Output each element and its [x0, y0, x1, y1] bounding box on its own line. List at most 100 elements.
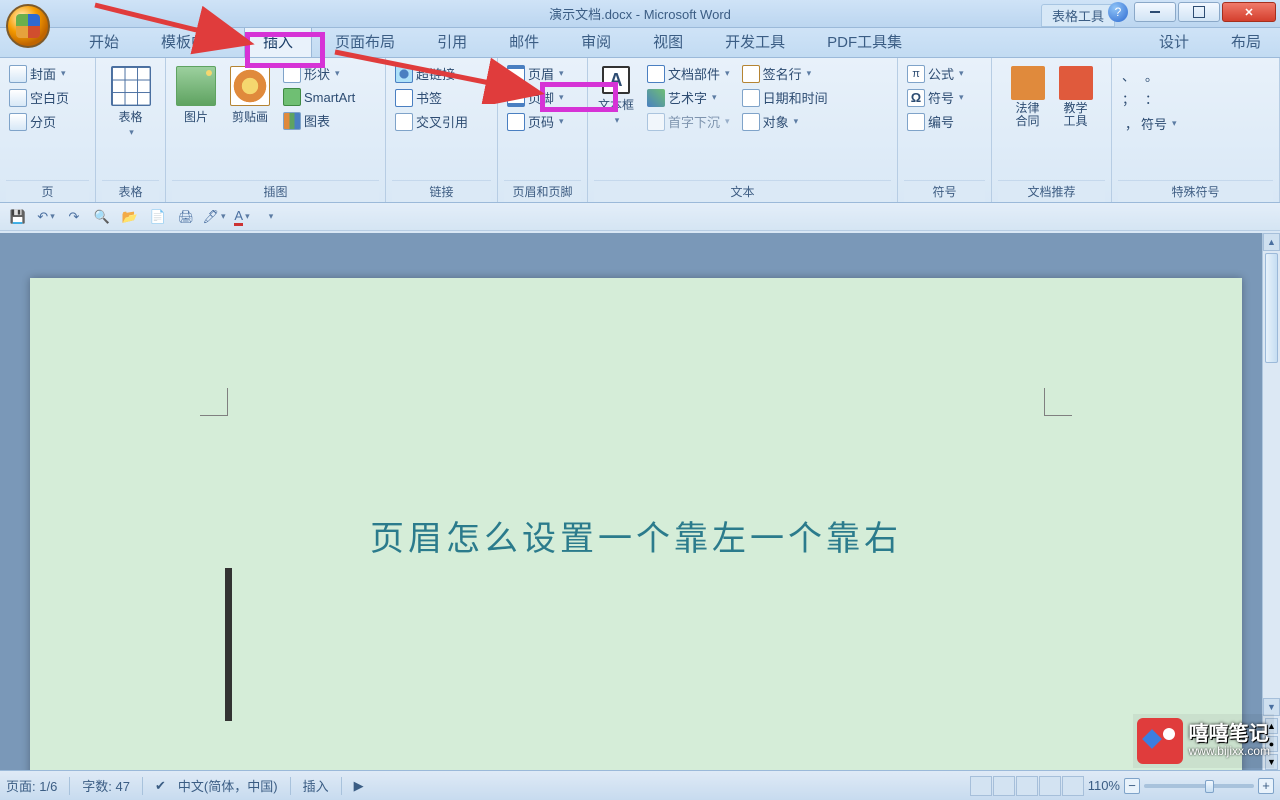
object-icon: [742, 113, 760, 131]
word-count[interactable]: 字数: 47: [82, 776, 130, 795]
smartart-button[interactable]: SmartArt: [280, 86, 358, 108]
tab-design[interactable]: 设计: [1140, 25, 1208, 57]
clipart-icon: [230, 66, 270, 106]
insert-mode[interactable]: 插入: [303, 776, 329, 795]
print-layout-view[interactable]: [970, 776, 992, 796]
group-pages-label: 页: [6, 180, 89, 202]
proofing-icon[interactable]: ✔: [155, 778, 166, 794]
tab-dev[interactable]: 开发工具: [706, 25, 804, 57]
number-icon: [907, 113, 925, 131]
zoom-slider-track[interactable]: [1144, 784, 1254, 788]
tab-mail[interactable]: 邮件: [490, 25, 558, 57]
drop-cap-button[interactable]: 首字下沉▾: [644, 110, 733, 133]
equation-button[interactable]: π公式▾: [904, 62, 967, 85]
symbol-button[interactable]: Ω符号▾: [904, 86, 967, 109]
document-table[interactable]: [225, 568, 232, 721]
spec-char[interactable]: 。: [1145, 66, 1158, 85]
page-indicator[interactable]: 页面: 1/6: [6, 776, 57, 795]
redo-button[interactable]: ↷: [64, 207, 84, 227]
chart-button[interactable]: 图表: [280, 109, 358, 132]
spec-char[interactable]: ；: [1122, 89, 1135, 108]
spec-char[interactable]: ：: [1145, 89, 1158, 108]
new-button[interactable]: 📄: [148, 207, 168, 227]
group-tables-label: 表格: [102, 180, 159, 202]
link-icon: [395, 65, 413, 83]
law-template-button[interactable]: 法律 合同: [1007, 62, 1049, 132]
draft-view[interactable]: [1062, 776, 1084, 796]
minimize-button[interactable]: [1134, 2, 1176, 22]
language-indicator[interactable]: 中文(简体，中国): [178, 776, 278, 795]
insert-picture-button[interactable]: 图片: [172, 62, 220, 129]
quick-access-toolbar: 💾 ↶▾ ↷ 🔍 📂 📄 🖨 🖊▾ A▾ ▾: [0, 203, 1280, 231]
shapes-button[interactable]: 形状▾: [280, 62, 358, 85]
maximize-button[interactable]: [1178, 2, 1220, 22]
insert-table-button[interactable]: 表格▾: [107, 62, 155, 142]
zoom-out-button[interactable]: −: [1124, 778, 1140, 794]
view-buttons: [970, 776, 1084, 796]
zoom-label[interactable]: 110%: [1088, 778, 1120, 793]
save-button[interactable]: 💾: [8, 207, 28, 227]
page: 页眉怎么设置一个靠左一个靠右: [30, 278, 1242, 770]
page-break-button[interactable]: 分页: [6, 110, 72, 133]
macro-icon[interactable]: ▶: [354, 778, 364, 794]
open-button[interactable]: 📂: [120, 207, 140, 227]
tab-references[interactable]: 引用: [418, 25, 486, 57]
scroll-thumb[interactable]: [1265, 253, 1278, 363]
font-color-tool[interactable]: A▾: [232, 207, 252, 227]
tab-pdf[interactable]: PDF工具集: [808, 25, 921, 57]
group-text-label: 文本: [594, 180, 891, 202]
cross-ref-button[interactable]: 交叉引用: [392, 110, 471, 133]
web-view[interactable]: [1016, 776, 1038, 796]
watermark-url: www.bijixx.com: [1189, 745, 1270, 758]
tab-review[interactable]: 审阅: [562, 25, 630, 57]
group-links-label: 链接: [392, 180, 491, 202]
print-button[interactable]: 🖨: [176, 207, 196, 227]
zoom-slider-thumb[interactable]: [1205, 780, 1214, 793]
parts-icon: [647, 65, 665, 83]
preview-button[interactable]: 🔍: [92, 207, 112, 227]
undo-button[interactable]: ↶▾: [36, 207, 56, 227]
number-button[interactable]: 编号: [904, 110, 967, 133]
bookmark-icon: [395, 89, 413, 107]
teach-template-button[interactable]: 教学 工具: [1055, 62, 1097, 132]
tab-layout[interactable]: 页面布局: [316, 25, 414, 57]
hyperlink-button[interactable]: 超链接: [392, 62, 471, 85]
scroll-up-button[interactable]: ▲: [1263, 233, 1280, 251]
more-symbols-button[interactable]: ，符号▾: [1122, 112, 1180, 135]
wordart-button[interactable]: 艺术字▾: [644, 86, 733, 109]
pagenum-icon: [507, 113, 525, 131]
highlight-tool[interactable]: 🖊▾: [204, 207, 224, 227]
document-heading[interactable]: 页眉怎么设置一个靠左一个靠右: [30, 511, 1242, 560]
vertical-scrollbar[interactable]: ▲ ▼ ▲ ● ▼: [1262, 233, 1280, 770]
quick-parts-button[interactable]: 文档部件▾: [644, 62, 733, 85]
cover-page-button[interactable]: 封面▾: [6, 62, 72, 85]
document-area[interactable]: 页眉怎么设置一个靠左一个靠右: [0, 233, 1262, 770]
date-time-button[interactable]: 日期和时间: [739, 86, 831, 109]
blank-page-button[interactable]: 空白页: [6, 86, 72, 109]
header-button[interactable]: 页眉▾: [504, 62, 567, 85]
textbox-icon: A: [602, 66, 630, 94]
blank-icon: [9, 89, 27, 107]
spec-char[interactable]: 、: [1122, 66, 1135, 85]
clipart-button[interactable]: 剪贴画: [226, 62, 274, 129]
object-button[interactable]: 对象▾: [739, 110, 831, 133]
qat-customize[interactable]: ▾: [260, 207, 280, 227]
textbox-button[interactable]: A文本框▾: [594, 62, 638, 130]
tab-template[interactable]: 模板中心: [142, 25, 240, 57]
contextual-tool-label: 表格工具: [1041, 4, 1115, 27]
fullscreen-view[interactable]: [993, 776, 1015, 796]
page-number-button[interactable]: 页码▾: [504, 110, 567, 133]
close-button[interactable]: [1222, 2, 1276, 22]
tab-view[interactable]: 视图: [634, 25, 702, 57]
footer-button[interactable]: 页脚▾: [504, 86, 567, 109]
office-button[interactable]: [6, 4, 50, 48]
group-hf-label: 页眉和页脚: [504, 180, 581, 202]
help-icon[interactable]: ?: [1108, 2, 1128, 22]
outline-view[interactable]: [1039, 776, 1061, 796]
tab-insert[interactable]: 插入: [244, 25, 312, 57]
tab-table-layout[interactable]: 布局: [1212, 25, 1280, 57]
signature-button[interactable]: 签名行▾: [739, 62, 831, 85]
bookmark-button[interactable]: 书签: [392, 86, 471, 109]
tab-home[interactable]: 开始: [70, 25, 138, 57]
zoom-in-button[interactable]: +: [1258, 778, 1274, 794]
